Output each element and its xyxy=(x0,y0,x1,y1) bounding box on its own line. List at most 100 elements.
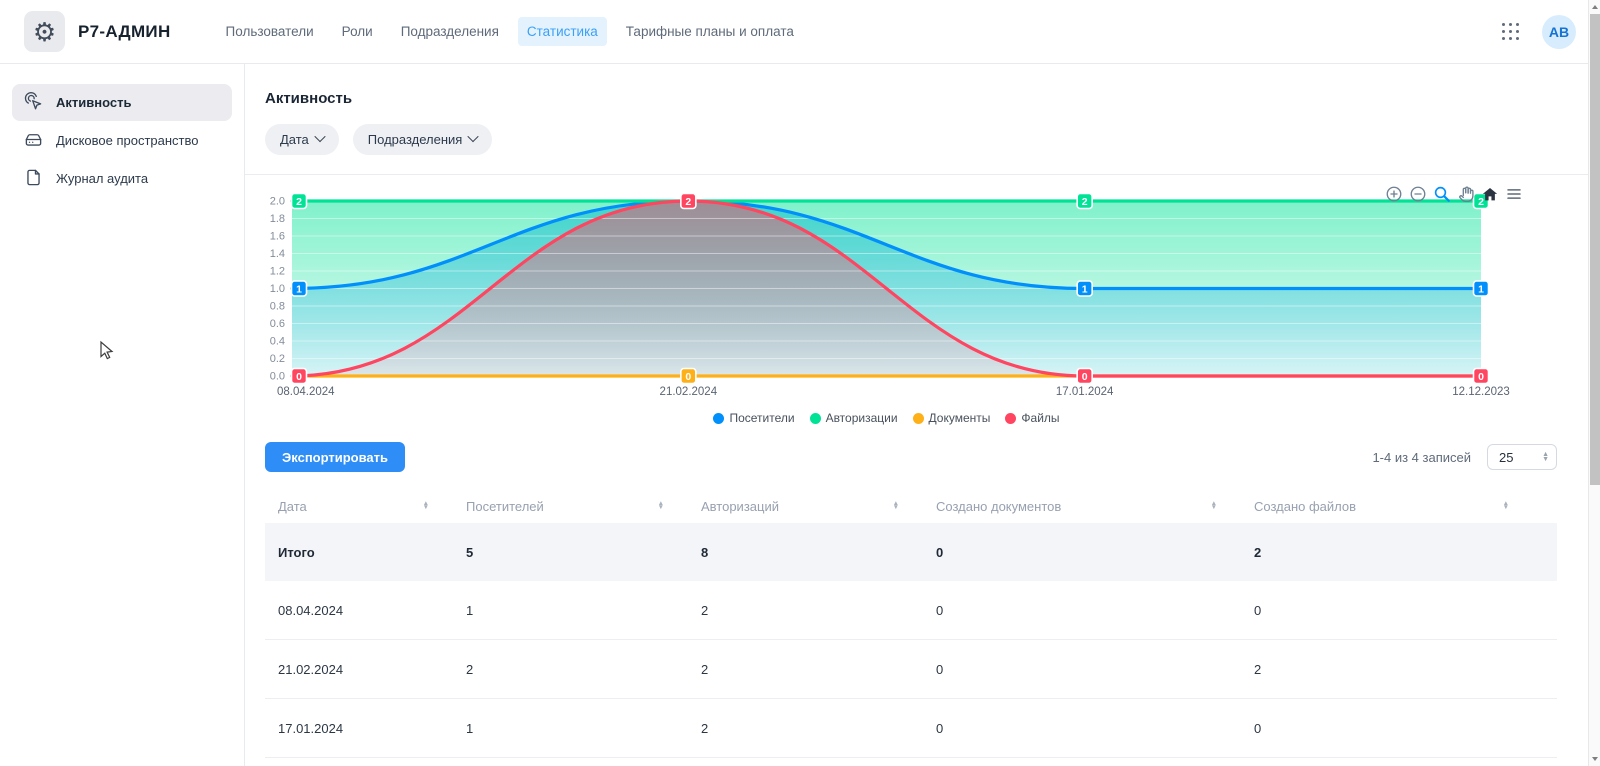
activity-table: Дата▲▼Посетителей▲▼Авторизаций▲▼Создано … xyxy=(265,489,1557,758)
svg-text:1.4: 1.4 xyxy=(270,248,285,260)
svg-text:2: 2 xyxy=(685,196,691,208)
main-nav: Пользователи Роли Подразделения Статистика Т… xyxy=(217,17,803,46)
gear-icon: ⚙ xyxy=(33,19,56,45)
table-total-row: Итого5802 xyxy=(265,523,1557,581)
document-icon xyxy=(24,168,43,190)
column-header-2[interactable]: Авторизаций▲▼ xyxy=(688,499,923,514)
svg-text:0.2: 0.2 xyxy=(270,353,285,365)
svg-text:0.4: 0.4 xyxy=(270,336,285,348)
export-button[interactable]: Экспортировать xyxy=(265,442,405,472)
app-logo: ⚙ xyxy=(24,11,65,52)
nav-item-1[interactable]: Роли xyxy=(333,17,382,46)
chevron-down-icon xyxy=(468,131,479,142)
nav-item-3[interactable]: Статистика xyxy=(518,17,607,46)
records-count: 1-4 из 4 записей xyxy=(1372,450,1471,465)
svg-text:1.6: 1.6 xyxy=(270,231,285,243)
legend-item-Документы[interactable]: Документы xyxy=(913,411,991,425)
table-row-0[interactable]: 08.04.20241200 xyxy=(265,581,1557,640)
scroll-up-icon[interactable] xyxy=(1592,5,1598,9)
point-label-Посетители-2: 1 xyxy=(1077,281,1092,296)
point-label-Файлы-1: 2 xyxy=(681,194,696,209)
sidebar-item-1[interactable]: Дисковое пространство xyxy=(12,122,232,159)
legend-dot-icon xyxy=(913,413,924,424)
filters-row: Дата Подразделения xyxy=(265,124,1557,155)
legend-item-Посетители[interactable]: Посетители xyxy=(713,411,794,425)
top-bar: ⚙ Р7-АДМИН Пользователи Роли Подразделения… xyxy=(0,0,1600,64)
column-header-1[interactable]: Посетителей▲▼ xyxy=(453,499,688,514)
sort-icon[interactable]: ▲▼ xyxy=(893,502,899,511)
activity-click-icon xyxy=(24,92,43,114)
activity-chart[interactable]: 2.01.81.61.41.21.00.80.60.40.20.008.04.2… xyxy=(265,179,1545,414)
point-label-Документы-1: 0 xyxy=(681,369,696,384)
page-title: Активность xyxy=(265,90,1557,107)
hard-drive-icon xyxy=(24,130,43,152)
point-label-Файлы-0: 0 xyxy=(292,369,307,384)
svg-text:1.0: 1.0 xyxy=(270,283,285,295)
selection-zoom-icon[interactable] xyxy=(1432,184,1451,203)
x-label: 12.12.2023 xyxy=(1452,386,1510,398)
point-label-Файлы-3: 0 xyxy=(1474,369,1489,384)
svg-text:2.0: 2.0 xyxy=(270,196,285,208)
svg-text:0.8: 0.8 xyxy=(270,301,285,313)
avatar[interactable]: АВ xyxy=(1542,15,1576,49)
legend-item-Файлы[interactable]: Файлы xyxy=(1005,411,1059,425)
table-header-row: Дата▲▼Посетителей▲▼Авторизаций▲▼Создано … xyxy=(265,489,1557,523)
sort-icon[interactable]: ▲▼ xyxy=(1211,502,1217,511)
pan-icon[interactable] xyxy=(1456,184,1475,203)
svg-text:1: 1 xyxy=(1478,283,1484,295)
zoom-out-icon[interactable] xyxy=(1408,184,1427,203)
stepper-arrows-icon[interactable]: ▲▼ xyxy=(1542,452,1549,462)
sort-icon[interactable]: ▲▼ xyxy=(1503,502,1509,511)
svg-text:1.8: 1.8 xyxy=(270,213,285,225)
svg-text:0: 0 xyxy=(1478,371,1484,383)
sort-icon[interactable]: ▲▼ xyxy=(658,502,664,511)
svg-text:0: 0 xyxy=(296,371,302,383)
column-header-4[interactable]: Создано файлов▲▼ xyxy=(1241,499,1557,514)
menu-icon[interactable] xyxy=(1504,184,1523,203)
scrollbar-thumb[interactable] xyxy=(1590,14,1600,485)
x-label: 21.02.2024 xyxy=(660,386,718,398)
filter-0[interactable]: Дата xyxy=(265,124,339,155)
point-label-Посетители-3: 1 xyxy=(1474,281,1489,296)
filter-1[interactable]: Подразделения xyxy=(353,124,493,155)
nav-item-2[interactable]: Подразделения xyxy=(392,17,508,46)
point-label-Авторизации-0: 2 xyxy=(292,194,307,209)
activity-chart-section: 2.01.81.61.41.21.00.80.60.40.20.008.04.2… xyxy=(265,179,1557,437)
app-title: Р7-АДМИН xyxy=(78,22,171,42)
legend-dot-icon xyxy=(1005,413,1016,424)
point-label-Файлы-2: 0 xyxy=(1077,369,1092,384)
table-row-2[interactable]: 17.01.20241200 xyxy=(265,699,1557,758)
nav-item-4[interactable]: Тарифные планы и оплата xyxy=(617,17,803,46)
svg-text:1: 1 xyxy=(1082,283,1088,295)
point-label-Посетители-0: 1 xyxy=(292,281,307,296)
chart-toolbar xyxy=(1384,184,1523,203)
column-header-3[interactable]: Создано документов▲▼ xyxy=(923,499,1241,514)
legend-item-Авторизации[interactable]: Авторизации xyxy=(810,411,898,425)
point-label-Авторизации-2: 2 xyxy=(1077,194,1092,209)
page-size-value: 25 xyxy=(1499,450,1513,465)
vertical-scrollbar[interactable] xyxy=(1588,0,1600,766)
sidebar-item-label: Дисковое пространство xyxy=(56,133,199,148)
svg-text:2: 2 xyxy=(1082,196,1088,208)
zoom-in-icon[interactable] xyxy=(1384,184,1403,203)
legend-dot-icon xyxy=(713,413,724,424)
page-size-select[interactable]: 25 ▲▼ xyxy=(1487,444,1557,470)
apps-grid-icon[interactable] xyxy=(1502,23,1520,41)
svg-text:1: 1 xyxy=(296,283,302,295)
column-header-0[interactable]: Дата▲▼ xyxy=(265,499,453,514)
svg-text:0: 0 xyxy=(685,371,691,383)
svg-text:0.0: 0.0 xyxy=(270,371,285,383)
scroll-down-icon[interactable] xyxy=(1592,757,1598,761)
main-content: Активность Дата Подразделения 2.0 1.8 1.6 1.… xyxy=(245,64,1600,766)
svg-text:0: 0 xyxy=(1082,371,1088,383)
home-icon[interactable] xyxy=(1480,184,1499,203)
sidebar-item-label: Журнал аудита xyxy=(56,171,148,186)
table-row-1[interactable]: 21.02.20242202 xyxy=(265,640,1557,699)
sidebar-item-0[interactable]: Активность xyxy=(12,84,232,121)
sidebar-item-label: Активность xyxy=(56,95,131,110)
x-label: 17.01.2024 xyxy=(1056,386,1114,398)
sort-icon[interactable]: ▲▼ xyxy=(423,502,429,511)
nav-item-0[interactable]: Пользователи xyxy=(217,17,323,46)
svg-text:2: 2 xyxy=(296,196,302,208)
sidebar-item-2[interactable]: Журнал аудита xyxy=(12,160,232,197)
